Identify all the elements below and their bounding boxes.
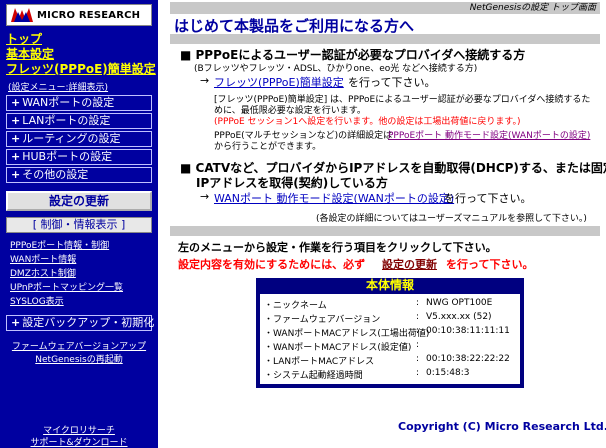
micro-research-logo-icon: [11, 8, 33, 22]
plus-icon: +: [11, 150, 21, 163]
arrow-icon: →: [200, 190, 210, 203]
plus-icon: +: [11, 168, 21, 181]
update-settings-link[interactable]: 設定の更新: [382, 256, 437, 272]
plus-icon: +: [11, 316, 21, 329]
link-upnp-mapping[interactable]: UPnPポートマッピング一覧: [10, 280, 123, 293]
info-key: ・LANポートMACアドレス: [264, 357, 375, 367]
sidebar-item-label: ルーティングの設定: [22, 132, 121, 145]
copyright: Copyright (C) Micro Research Ltd.: [398, 420, 606, 433]
link-syslog[interactable]: SYSLOG表示: [10, 294, 64, 307]
info-value: 00:10:38:11:11:11: [426, 326, 510, 336]
sidebar-item-hub[interactable]: + HUBポートの設定: [6, 149, 152, 165]
colon: :: [416, 326, 420, 336]
instruction-line2-pre: 設定内容を有効にするためには、必ず: [178, 258, 366, 271]
device-info-panel: 本体情報 ・ニックネーム: NWG OPT100E ・ファームウェアバージョン: V…: [256, 278, 524, 388]
link-restart[interactable]: NetGenesisの再起動: [0, 352, 158, 365]
info-value: NWG OPT100E: [426, 298, 493, 308]
menu-detail-toggle[interactable]: (設定メニュー:詳細表示): [8, 80, 108, 93]
instruction-line1: 左のメニューから設定・作業を行う項目をクリックして下さい。: [178, 241, 497, 254]
colon: :: [416, 368, 420, 378]
plus-icon: +: [11, 114, 21, 127]
sidebar-item-other[interactable]: + その他の設定: [6, 167, 152, 183]
plus-icon: +: [11, 96, 21, 109]
sidebar-item-label: HUBポートの設定: [22, 150, 113, 163]
device-info-table: ・ニックネーム: NWG OPT100E ・ファームウェアバージョン: V5.xxx…: [260, 294, 520, 384]
info-value: 00:10:38:22:22:22: [426, 354, 510, 364]
manual-note: (各設定の詳細についてはユーザーズマニュアルを参照して下さい。): [316, 214, 587, 224]
info-value: V5.xxx.xx (52): [426, 312, 492, 322]
info-key: ・WANポートMACアドレス(工場出荷値): [264, 329, 430, 339]
flets-easy-link[interactable]: フレッツ(PPPoE)簡単設定: [214, 74, 344, 90]
sidebar-item-wan[interactable]: + WANポートの設定: [6, 95, 152, 111]
breadcrumb: NetGenesisの設定 トップ画面: [170, 2, 600, 14]
device-info-title: 本体情報: [365, 278, 414, 292]
sidebar-item-label: WANポートの設定: [22, 96, 115, 109]
logo: MICRO RESEARCH: [6, 4, 152, 26]
section-pppoe-sub: (Bフレッツやフレッツ・ADSL、ひかりone、eo光 などへ接続する方): [194, 64, 478, 74]
wan-mode-after: を行って下さい。: [444, 192, 532, 205]
colon: :: [416, 298, 420, 308]
control-info-header: [ 制御・情報表示 ]: [6, 217, 152, 233]
sidebar-item-routing[interactable]: + ルーティングの設定: [6, 131, 152, 147]
link-wan-port-info[interactable]: WANポート情報: [10, 252, 76, 265]
backup-init-button[interactable]: + 設定バックアップ・初期化: [6, 315, 155, 331]
update-settings-button[interactable]: 設定の更新: [6, 191, 152, 211]
link-dmz-host[interactable]: DMZホスト制御: [10, 266, 76, 279]
sidebar: MICRO RESEARCH トップ 基本設定 フレッツ(PPPoE)簡単設定 …: [0, 0, 158, 448]
sidebar-item-label: LANポートの設定: [22, 114, 111, 127]
pppoe-warning: (PPPoE セッション1へ設定を行います。他の設定は工場出荷値に戻ります。): [214, 117, 521, 127]
page-title: はじめて本製品をご利用になる方へ: [174, 17, 415, 35]
link-pppoe-port-info[interactable]: PPPoEポート情報・制御: [10, 238, 109, 251]
info-key: ・WANポートMACアドレス(設定値): [264, 343, 412, 353]
flets-easy-after: を行って下さい。: [348, 76, 436, 89]
instruction-line2-post: を行って下さい。: [446, 258, 534, 271]
section-catv-heading2: IPアドレスを取得(契約)している方: [196, 176, 388, 190]
info-key: ・ニックネーム: [264, 301, 327, 311]
info-value: 0:15:48:3: [426, 368, 470, 378]
arrow-icon: →: [200, 74, 210, 87]
pppoe-detail-post: から行うことができます。: [214, 142, 322, 152]
colon: :: [416, 340, 420, 350]
info-key: ・ファームウェアバージョン: [264, 315, 381, 325]
colon: :: [416, 354, 420, 364]
divider: [170, 226, 600, 236]
link-firmware-update[interactable]: ファームウェアバージョンアップ: [0, 339, 158, 352]
sidebar-item-lan[interactable]: + LANポートの設定: [6, 113, 152, 129]
plus-icon: +: [11, 132, 21, 145]
link-support-download[interactable]: サポート&ダウンロード: [0, 435, 158, 448]
colon: :: [416, 312, 420, 322]
sidebar-link-flets-easy[interactable]: フレッツ(PPPoE)簡単設定: [6, 60, 156, 77]
sidebar-item-label: その他の設定: [22, 168, 89, 181]
backup-init-label: 設定バックアップ・初期化: [22, 316, 155, 329]
wan-mode-link[interactable]: WANポート 動作モード設定(WANポートの設定): [214, 190, 454, 206]
logo-text: MICRO RESEARCH: [37, 10, 141, 21]
info-key: ・システム起動経過時間: [264, 371, 363, 381]
pppoe-detail-link[interactable]: PPPoEポート 動作モード設定(WANポートの設定): [388, 128, 590, 141]
divider: [170, 34, 600, 44]
